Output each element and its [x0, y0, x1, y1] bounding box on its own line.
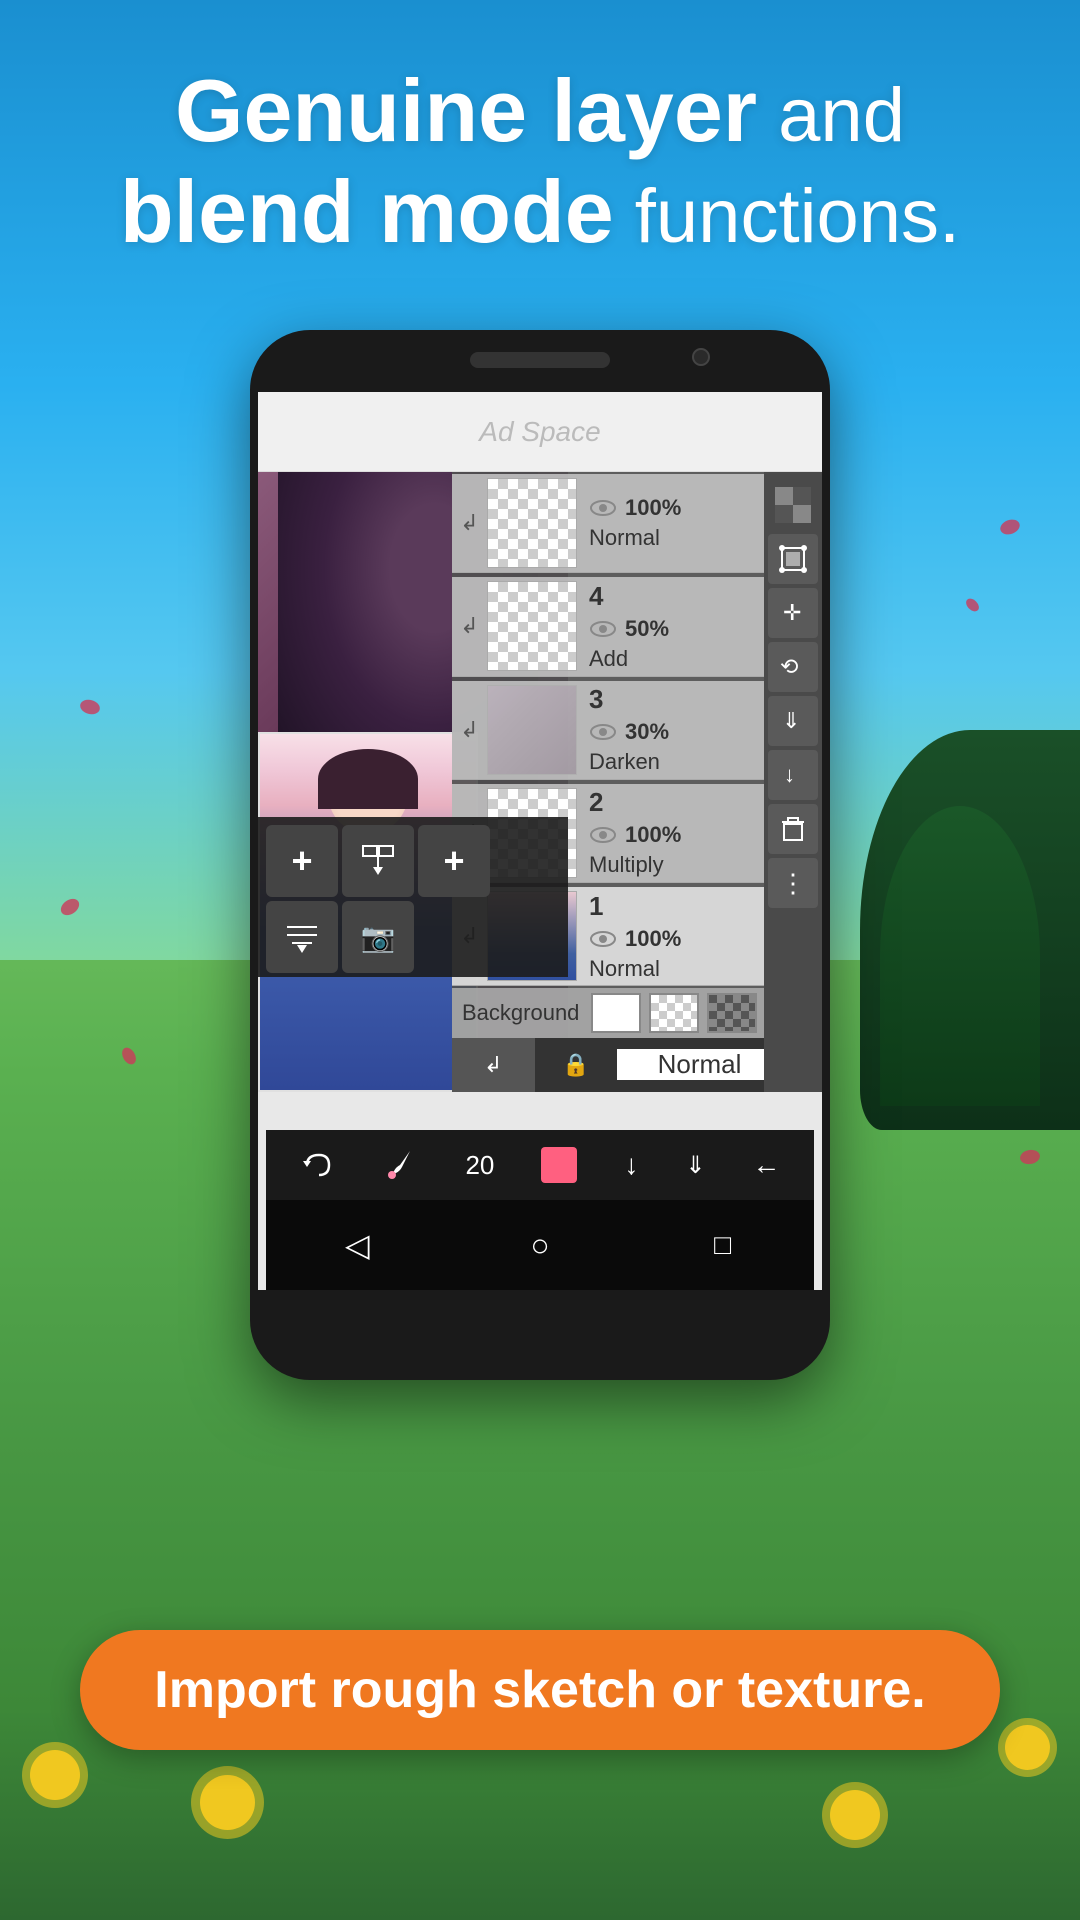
phone-speaker	[470, 352, 610, 368]
layer-arrow-top: ↲	[452, 510, 487, 536]
layer-arrow-4: ↲	[452, 613, 487, 639]
resize-icon: ⇓	[778, 706, 808, 736]
camera-button[interactable]: 📷	[342, 901, 414, 973]
brush-size[interactable]: 20	[465, 1150, 494, 1181]
blend-mode-label[interactable]: Normal	[617, 1049, 782, 1080]
phone-screen: Ad Space ↲	[258, 392, 822, 1290]
toolbar-undo[interactable]	[299, 1147, 335, 1183]
toolbar-double-down[interactable]: ⇓	[685, 1151, 705, 1180]
ad-space: Ad Space	[258, 392, 822, 472]
eye-icon-4	[589, 620, 617, 638]
toolbar-flip[interactable]: ⟲	[768, 642, 818, 692]
down-arrow-icon: ↓	[778, 760, 808, 790]
flower4	[1005, 1725, 1050, 1770]
toolbar-delete[interactable]	[768, 804, 818, 854]
svg-text:✛: ✛	[783, 600, 801, 625]
flatten-icon	[282, 917, 322, 957]
eye-icon-2	[589, 826, 617, 844]
color-swatch	[541, 1147, 577, 1183]
header-section: Genuine layer and blend mode functions.	[0, 60, 1080, 262]
header-normal2: functions.	[614, 174, 960, 259]
merge-down-button[interactable]	[342, 825, 414, 897]
toolbar-checkerboard[interactable]	[768, 480, 818, 530]
toolbar-brush[interactable]	[382, 1147, 418, 1183]
flower1	[30, 1750, 80, 1800]
toolbar-resize[interactable]: ⇓	[768, 696, 818, 746]
phone-device: Ad Space ↲	[250, 330, 830, 1380]
toolbar-down-arrow[interactable]: ↓	[624, 1149, 638, 1181]
flower6	[830, 1790, 880, 1840]
svg-text:⟲: ⟲	[780, 654, 798, 679]
android-nav-bar: ◁ ○ □	[266, 1200, 814, 1290]
delete-icon	[778, 814, 808, 844]
layer-arrow-3: ↲	[452, 717, 487, 743]
checkerboard-icon	[775, 487, 811, 523]
nav-back[interactable]: ◁	[327, 1215, 387, 1275]
header-bold2: blend mode	[120, 162, 614, 261]
flip-icon: ⟲	[778, 652, 808, 682]
canvas-area: ↲ 100% Normal	[258, 472, 822, 1092]
toolbar-move[interactable]: ✛	[768, 588, 818, 638]
nav-home[interactable]: ○	[510, 1215, 570, 1275]
orange-banner-text: Import rough sketch or texture.	[154, 1660, 925, 1720]
toolbar-transform[interactable]	[768, 534, 818, 584]
phone-toolbar: 20 ↓ ⇓ ←	[266, 1130, 814, 1200]
trees-right2	[880, 806, 1040, 1106]
layer-thumb-4	[487, 581, 577, 671]
orange-banner: Import rough sketch or texture.	[80, 1630, 1000, 1750]
bg-swatch-white[interactable]	[591, 993, 641, 1033]
color-picker[interactable]	[541, 1147, 577, 1183]
eye-icon-3	[589, 723, 617, 741]
header-normal1: and	[757, 73, 905, 158]
bg-swatch-dark[interactable]	[707, 993, 757, 1033]
blend-tab-1[interactable]: ↲	[452, 1038, 535, 1092]
layer-thumb-top	[487, 478, 577, 568]
merge-icon	[358, 841, 398, 881]
svg-text:⇓: ⇓	[782, 708, 800, 733]
eye-icon-1	[589, 930, 617, 948]
toolbar-back-arrow[interactable]: ←	[752, 1149, 780, 1181]
eye-icon-top	[589, 499, 617, 517]
header-bold1: Genuine layer	[175, 61, 757, 160]
bg-swatch-checker[interactable]	[649, 993, 699, 1033]
brush-icon	[382, 1147, 418, 1183]
svg-text:↓: ↓	[784, 762, 795, 787]
blend-tab-2[interactable]: 🔒	[535, 1038, 618, 1092]
phone-camera	[692, 348, 710, 366]
flower3	[200, 1775, 255, 1830]
add-layer-button[interactable]: +	[266, 825, 338, 897]
right-toolbar: ✛ ⟲ ⇓ ↓	[764, 472, 822, 1092]
girl-hair	[318, 749, 418, 809]
layer-thumb-3	[487, 685, 577, 775]
layer-controls: + +	[258, 817, 568, 977]
toolbar-down[interactable]: ↓	[768, 750, 818, 800]
flatten-button[interactable]	[266, 901, 338, 973]
nav-recents[interactable]: □	[693, 1215, 753, 1275]
transform-icon	[778, 544, 808, 574]
add-layer2-button[interactable]: +	[418, 825, 490, 897]
toolbar-more[interactable]: ⋮	[768, 858, 818, 908]
undo-icon	[299, 1147, 335, 1183]
move-icon: ✛	[778, 598, 808, 628]
